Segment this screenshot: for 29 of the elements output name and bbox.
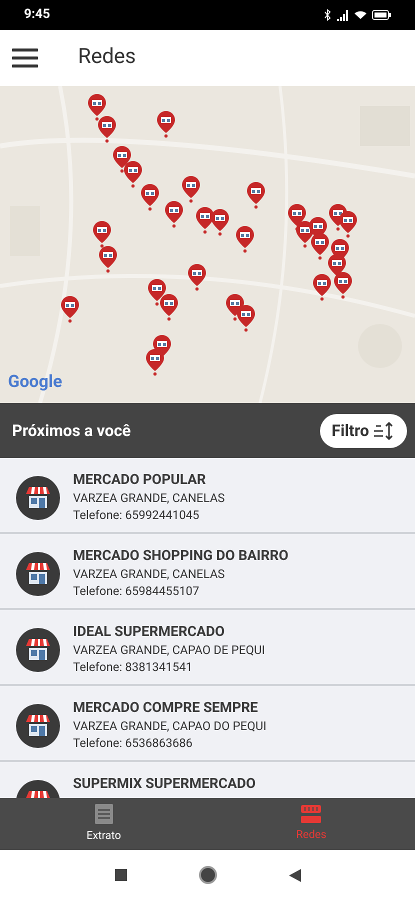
recents-icon[interactable] — [114, 869, 126, 881]
status-time: 9:45 — [24, 6, 50, 24]
store-phone: Telefone: 6536863686 — [73, 735, 194, 752]
nearby-title: Próximos a você — [12, 420, 131, 442]
store-address: VARZEA GRANDE, CANELAS — [73, 490, 225, 507]
store-phone: Telefone: 65984455107 — [73, 583, 200, 600]
store-name: MERCADO SHOPPING DO BAIRRO — [73, 547, 288, 566]
list-icon — [94, 803, 114, 826]
store-address: VARZEA GRANDE, CAPAO DE PEQUI — [73, 642, 265, 659]
store-phone: Telefone: 65992441045 — [73, 507, 200, 524]
menu-icon[interactable] — [12, 48, 38, 68]
store-name: MERCADO POPULAR — [73, 471, 207, 490]
store-name: IDEAL SUPERMERCADO — [73, 623, 226, 642]
home-icon[interactable] — [198, 866, 216, 884]
sort-icon — [373, 422, 395, 440]
bluetooth-icon — [324, 9, 332, 21]
filter-button[interactable]: Filtro — [320, 414, 407, 448]
store-name: MERCADO COMPRE SEMPRE — [73, 699, 259, 718]
back-icon[interactable] — [288, 868, 300, 882]
battery-icon — [372, 10, 391, 20]
nav-tab[interactable]: Extrato — [0, 798, 208, 850]
store-address: VARZEA GRANDE, CAPAO DO PEQUI — [73, 718, 266, 735]
wifi-icon — [354, 11, 367, 19]
store-phone: Telefone: 8381341541 — [73, 659, 194, 676]
app-bar-title: Redes — [78, 44, 136, 72]
store-name: SUPERMIX SUPERMERCADO — [73, 775, 256, 794]
store-address: VARZEA GRANDE, CANELAS — [73, 566, 226, 583]
signal-icon — [337, 10, 349, 20]
map-attribution: Google — [8, 370, 62, 394]
